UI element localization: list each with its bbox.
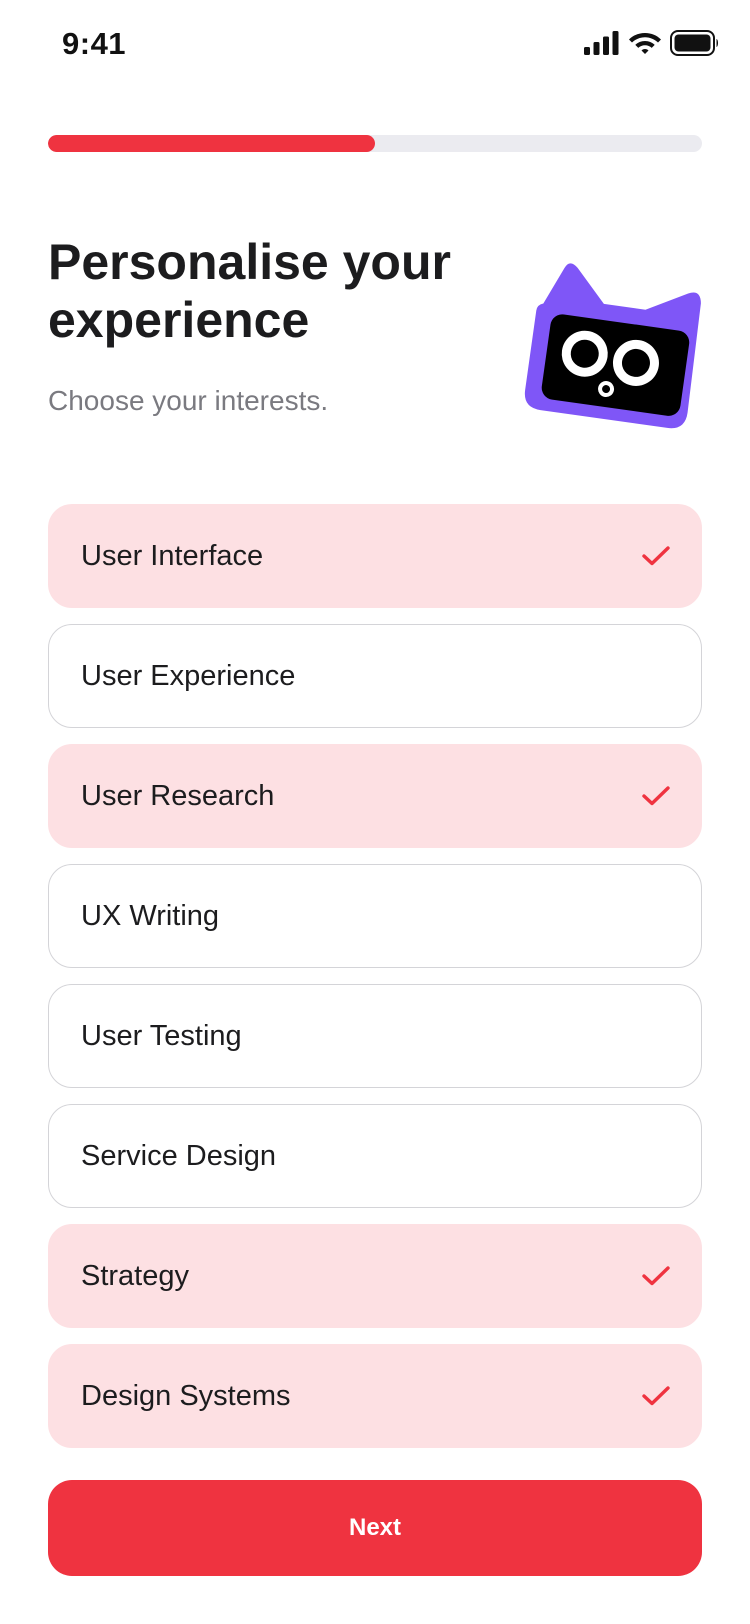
interest-option[interactable]: Service Design [48,1104,702,1208]
purple-cat-mascot-icon [520,262,712,432]
interest-option[interactable]: User Research [48,744,702,848]
interest-option[interactable]: Strategy [48,1224,702,1328]
interest-options-list: User Interface User Experience User Resear… [48,504,702,1464]
next-button[interactable]: Next [48,1480,702,1576]
interest-option-label: Service Design [81,1139,277,1172]
status-time: 9:41 [62,26,127,61]
checkmark-icon [641,545,671,567]
interest-option[interactable]: User Testing [48,984,702,1088]
checkmark-icon [641,785,671,807]
status-icons [584,30,720,61]
interest-option-label: User Experience [81,659,296,692]
interest-option[interactable]: User Interface [48,504,702,608]
status-bar: 9:41 [0,0,750,92]
page-subtitle: Choose your interests. [48,385,329,416]
wifi-icon [628,30,662,61]
interest-option-label: User Research [81,779,275,812]
progress-bar-fill [48,135,375,152]
interest-option-label: Strategy [81,1259,189,1292]
interest-option[interactable]: Design Systems [48,1344,702,1448]
interest-option[interactable]: User Experience [48,624,702,728]
checkmark-icon [641,1385,671,1407]
interest-option[interactable]: UX Writing [48,864,702,968]
page-title: Personalise your experience [48,234,451,348]
interest-option-label: User Interface [81,539,264,572]
progress-bar [48,135,702,152]
interest-option-label: User Testing [81,1019,242,1052]
checkmark-icon [641,1265,671,1287]
battery-icon [670,30,720,61]
cellular-signal-icon [584,31,620,60]
interest-option-label: UX Writing [81,899,220,932]
interest-option-label: Design Systems [81,1379,291,1412]
